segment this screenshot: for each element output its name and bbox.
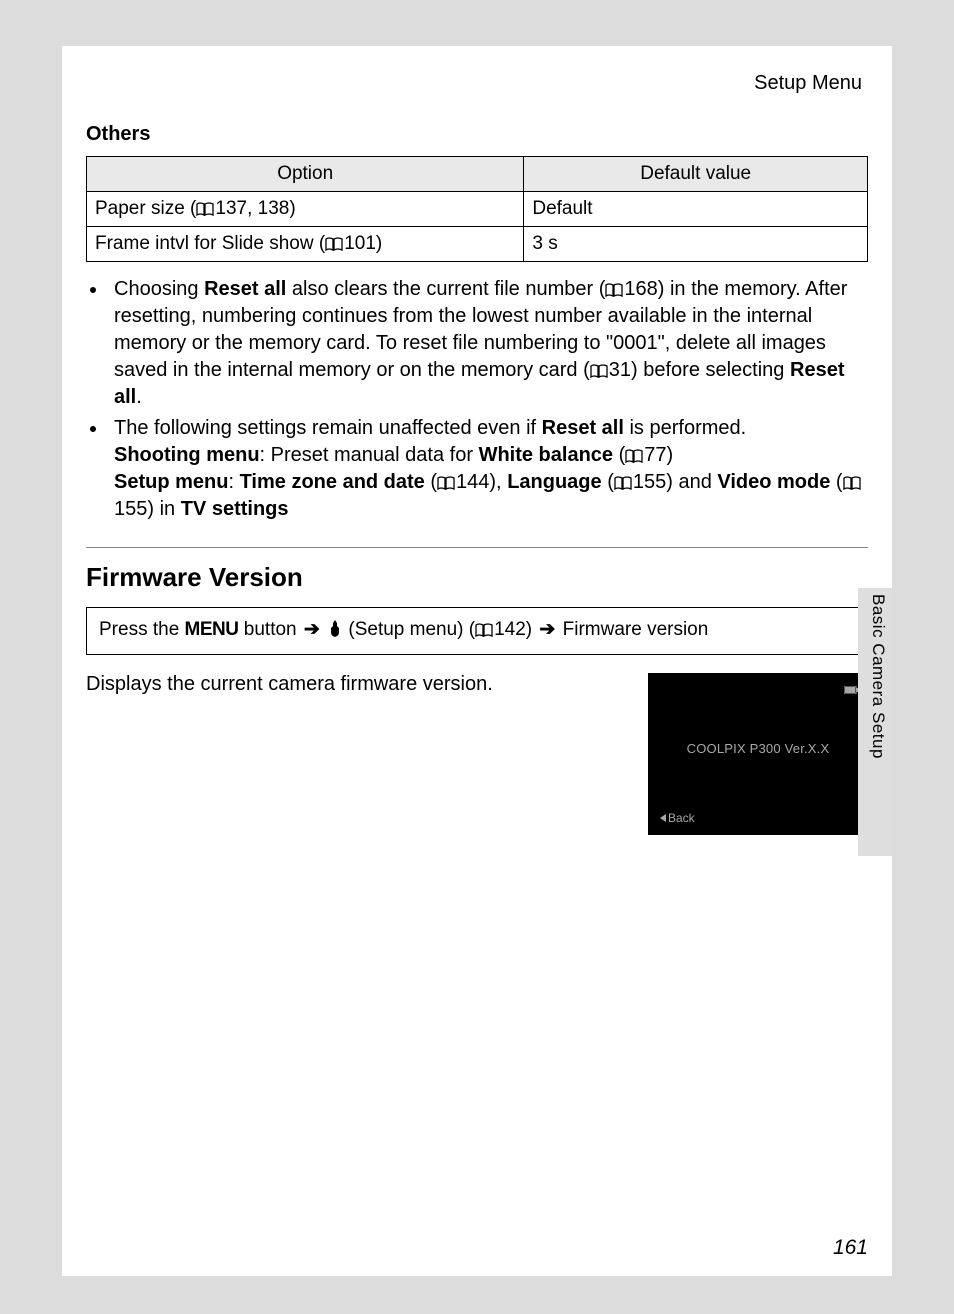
notes-list: Choosing Reset all also clears the curre…	[86, 276, 868, 523]
lcd-back-label: Back	[660, 811, 695, 825]
battery-icon	[844, 683, 858, 697]
firmware-description: Displays the current camera firmware ver…	[86, 673, 628, 696]
arrow-right-icon: ➔	[304, 618, 320, 641]
arrow-right-icon: ➔	[539, 618, 555, 641]
t: (	[830, 471, 842, 493]
option-ref: 101)	[344, 233, 382, 254]
section-divider	[86, 547, 868, 548]
page-ref-icon	[475, 623, 493, 637]
list-item: The following settings remain unaffected…	[108, 415, 868, 523]
page-content: Others Option Default value Paper size (…	[62, 123, 892, 835]
wrench-icon	[328, 620, 342, 644]
bold: Language	[507, 471, 601, 493]
header-breadcrumb: Setup Menu	[62, 46, 892, 111]
bold: Reset all	[542, 417, 624, 439]
table-row: Frame intvl for Slide show ( 101) 3 s	[87, 227, 868, 262]
default-value: 3 s	[524, 227, 868, 262]
default-value: Default	[524, 192, 868, 227]
bold: White balance	[479, 444, 613, 466]
page-ref-icon	[614, 476, 632, 490]
page-ref-icon	[196, 202, 214, 216]
page-ref-icon	[843, 476, 861, 490]
t: 31) before selecting	[609, 359, 790, 381]
t: 155) and	[633, 471, 718, 493]
col-default: Default value	[524, 157, 868, 192]
t: .	[136, 386, 142, 408]
page-number: 161	[833, 1236, 868, 1260]
t: 144),	[456, 471, 507, 493]
t: :	[228, 471, 239, 493]
t: (	[613, 444, 625, 466]
t: : Preset manual data for	[260, 444, 479, 466]
list-item: Choosing Reset all also clears the curre…	[108, 276, 868, 411]
t: Back	[668, 811, 695, 825]
page-ref-icon	[625, 449, 643, 463]
bold: Video mode	[717, 471, 830, 493]
t: Firmware version	[557, 619, 708, 640]
t: 155) in	[114, 498, 181, 520]
firmware-row: Displays the current camera firmware ver…	[86, 673, 868, 835]
bold: Shooting menu	[114, 444, 260, 466]
t: 77)	[644, 444, 673, 466]
page-ref-icon	[437, 476, 455, 490]
t: (Setup menu) (	[348, 619, 475, 640]
t: Press the	[99, 619, 185, 640]
others-table: Option Default value Paper size ( 137, 13…	[86, 156, 868, 262]
t: (	[602, 471, 614, 493]
bold: Time zone and date	[240, 471, 425, 493]
page-ref-icon	[605, 283, 623, 297]
others-heading: Others	[86, 123, 868, 146]
page-ref-icon	[325, 237, 343, 251]
t: button	[239, 619, 302, 640]
t: also clears the current file number (	[286, 278, 605, 300]
bold: Setup menu	[114, 471, 228, 493]
table-row: Paper size ( 137, 138) Default	[87, 192, 868, 227]
triangle-left-icon	[660, 814, 666, 822]
option-text: Paper size (	[95, 198, 196, 219]
page-ref-icon	[590, 364, 608, 378]
t: is performed.	[624, 417, 746, 439]
t: Choosing	[114, 278, 204, 300]
option-ref: 137, 138)	[215, 198, 295, 219]
col-option: Option	[87, 157, 524, 192]
t: 142)	[494, 619, 537, 640]
side-section-label: Basic Camera Setup	[868, 594, 888, 759]
t: (	[425, 471, 437, 493]
manual-page: Setup Menu Others Option Default value P…	[62, 46, 892, 1276]
navigation-path-box: Press the MENU button ➔ (Setup menu) ( 14…	[86, 607, 868, 655]
bold: Reset all	[204, 278, 286, 300]
firmware-heading: Firmware Version	[86, 562, 868, 593]
bold: TV settings	[181, 498, 289, 520]
lcd-screenshot: COOLPIX P300 Ver.X.X Back	[648, 673, 868, 835]
option-text: Frame intvl for Slide show (	[95, 233, 325, 254]
lcd-firmware-text: COOLPIX P300 Ver.X.X	[648, 741, 868, 756]
t: The following settings remain unaffected…	[114, 417, 542, 439]
menu-button-label: MENU	[185, 619, 239, 640]
